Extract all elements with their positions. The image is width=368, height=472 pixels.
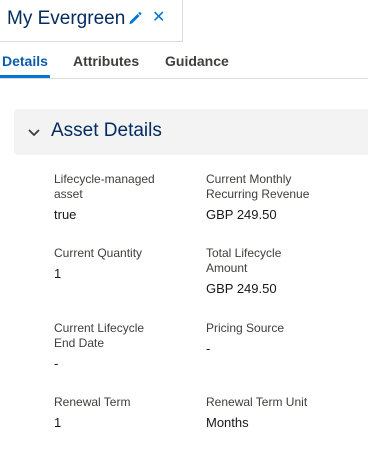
section-title: Asset Details xyxy=(51,120,162,141)
field-current-quantity: Current Quantity 1 xyxy=(54,246,204,282)
active-tab-indicator xyxy=(0,75,50,78)
tab-bar: Details Attributes Guidance xyxy=(0,42,368,79)
tab-details[interactable]: Details xyxy=(2,53,48,69)
field-value: 1 xyxy=(54,266,62,281)
field-value: GBP 249.50 xyxy=(206,207,277,222)
tab-attributes[interactable]: Attributes xyxy=(73,53,139,69)
field-value: 1 xyxy=(54,415,62,430)
pencil-icon[interactable] xyxy=(128,11,142,25)
record-title-tab[interactable]: My Evergreen ✕ xyxy=(0,0,183,42)
field-renewal-term-unit: Renewal Term Unit Months xyxy=(206,395,361,431)
field-pricing-source: Pricing Source - xyxy=(206,321,361,357)
close-icon[interactable]: ✕ xyxy=(152,8,165,28)
field-value: - xyxy=(206,341,211,356)
field-value: GBP 249.50 xyxy=(206,281,277,296)
field-label: Renewal Term Unit xyxy=(206,395,308,409)
field-total-lifecycle-amount: Total Lifecycle Amount GBP 249.50 xyxy=(206,246,361,297)
tab-guidance[interactable]: Guidance xyxy=(165,53,229,69)
field-label: Current Lifecycle End Date xyxy=(54,321,145,350)
field-value: Months xyxy=(206,415,249,430)
section-header-asset-details[interactable]: Asset Details xyxy=(14,109,368,155)
field-current-lifecycle-end-date: Current Lifecycle End Date - xyxy=(54,321,204,372)
field-label: Lifecycle-managed asset xyxy=(54,172,155,201)
field-label: Pricing Source xyxy=(206,321,285,335)
field-lifecycle-managed-asset: Lifecycle-managed asset true xyxy=(54,172,204,223)
field-value: true xyxy=(54,207,77,222)
field-value: - xyxy=(54,356,59,371)
field-renewal-term: Renewal Term 1 xyxy=(54,395,204,431)
chevron-down-icon[interactable] xyxy=(28,126,40,138)
field-current-monthly-recurring-revenue: Current Monthly Recurring Revenue GBP 24… xyxy=(206,172,361,223)
field-label: Total Lifecycle Amount xyxy=(206,246,282,275)
field-label: Current Quantity xyxy=(54,246,143,260)
field-label: Current Monthly Recurring Revenue xyxy=(206,172,310,201)
record-title: My Evergreen xyxy=(7,8,126,29)
field-label: Renewal Term xyxy=(54,395,131,409)
